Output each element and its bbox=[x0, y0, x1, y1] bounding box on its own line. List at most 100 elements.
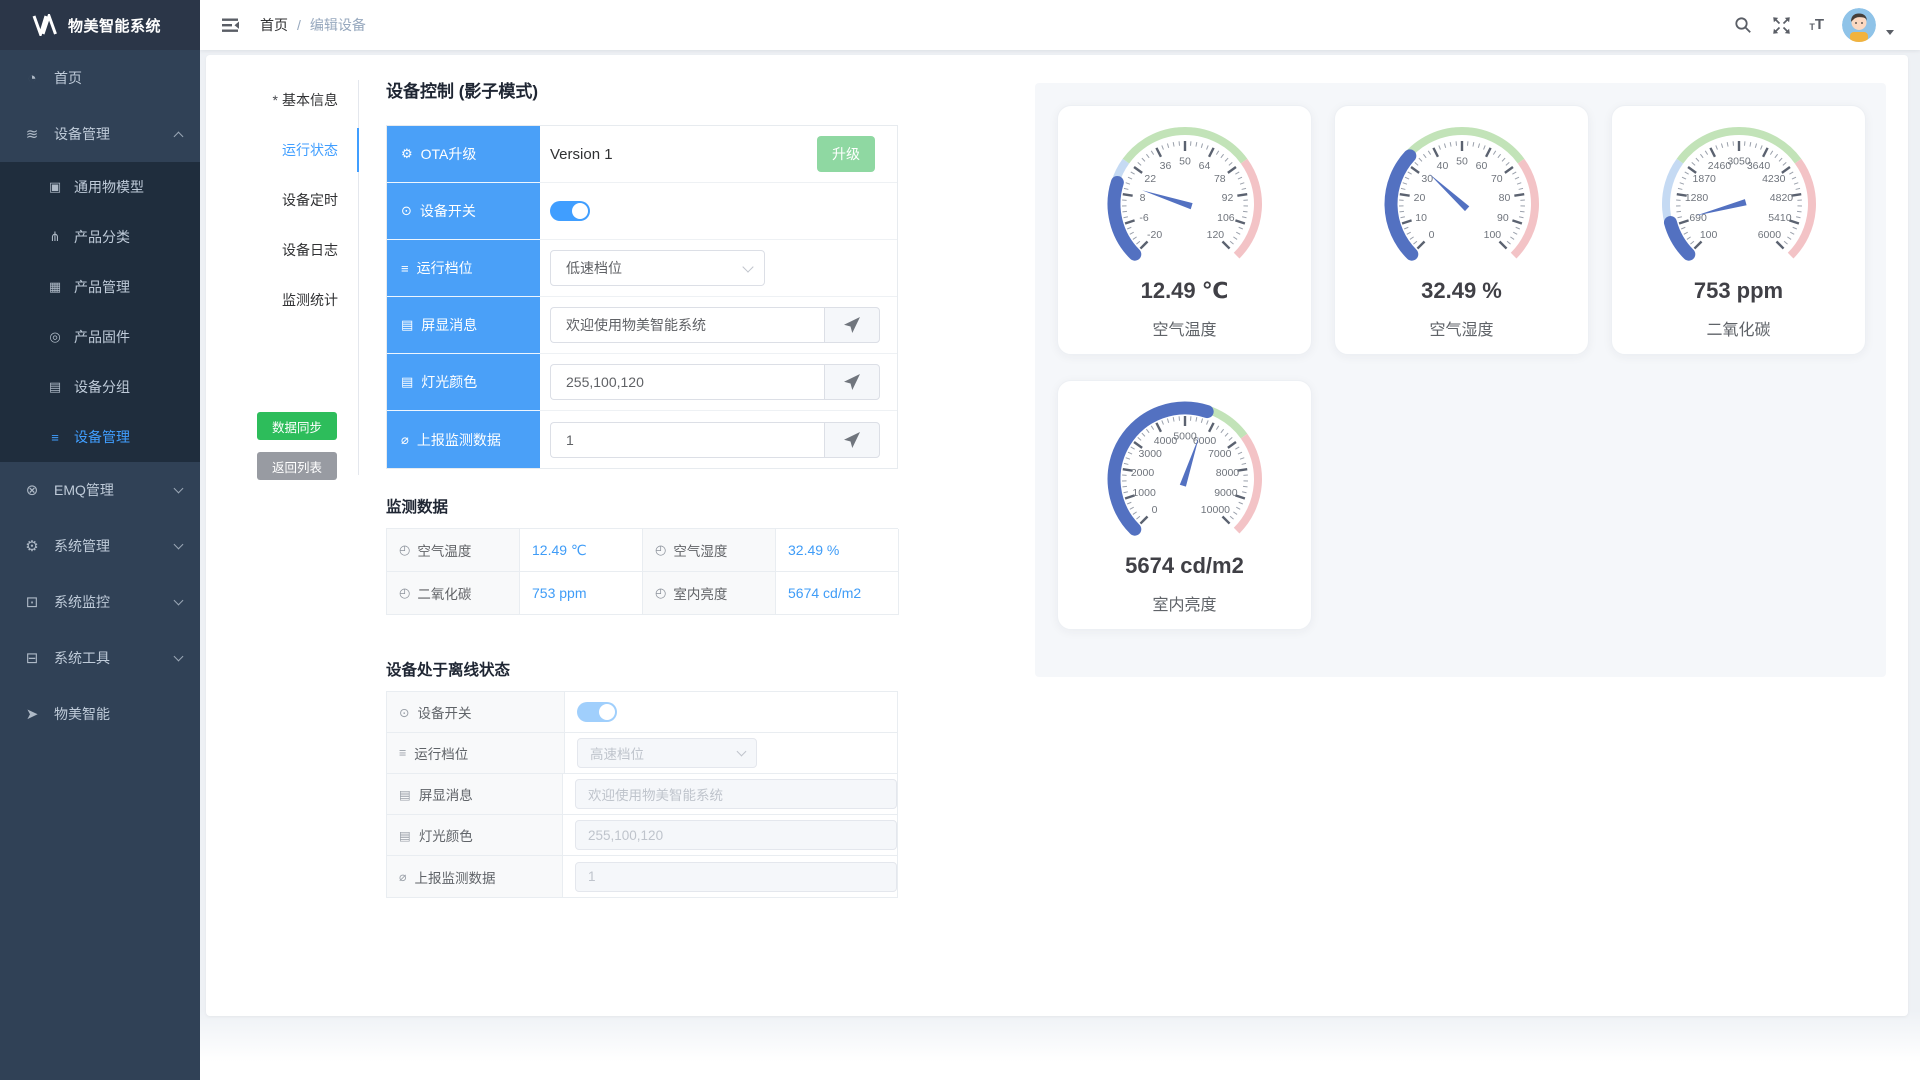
app-logo: 物美智能系统 bbox=[0, 0, 200, 50]
svg-text:1000: 1000 bbox=[1132, 487, 1156, 499]
fullscreen-icon[interactable] bbox=[1771, 15, 1791, 35]
monitor-label-text: 空气温度 bbox=[417, 540, 471, 560]
row-label: ≡ 运行档位 bbox=[387, 733, 565, 773]
document-icon: ▤ bbox=[401, 374, 413, 390]
tab-device-log[interactable]: 设备日志 bbox=[206, 225, 358, 275]
svg-text:120: 120 bbox=[1206, 229, 1224, 241]
sidebar-item-device-group[interactable]: ▤ 设备分组 bbox=[0, 362, 200, 412]
sitemap-icon: ⋔ bbox=[46, 229, 64, 245]
row-label: ≡ 运行档位 bbox=[387, 240, 540, 297]
offline-gear-select: 高速档位 bbox=[577, 738, 757, 768]
sidebar-item-home[interactable]: ◔ 首页 bbox=[0, 50, 200, 106]
monitor-value-co2: 753 ppm bbox=[520, 572, 643, 615]
monitor-data-table: ◴ 空气温度 12.49 ℃ ◴ 空气湿度 32.49 % ◴ 二氧化碳 753… bbox=[386, 528, 898, 615]
row-label: ▤ 屏显消息 bbox=[387, 774, 563, 814]
app-root: 物美智能系统 ◔ 首页 ≋ 设备管理 ▣ 通用物模型 ⋔ 产品分类 ▦ 产品管理 bbox=[0, 0, 1920, 1080]
row-label-text: OTA升级 bbox=[421, 144, 477, 164]
offline-report-input bbox=[575, 862, 897, 892]
font-size-icon[interactable]: TT bbox=[1809, 17, 1824, 33]
monitor-label-brightness: ◴ 室内亮度 bbox=[643, 572, 776, 615]
tab-basic-info[interactable]: * 基本信息 bbox=[206, 75, 358, 125]
sidebar-item-product-management[interactable]: ▦ 产品管理 bbox=[0, 262, 200, 312]
gauge-card-air-humidity: 0102030405060708090100 32.49 % 空气湿度 bbox=[1334, 105, 1589, 355]
light-color-input[interactable] bbox=[550, 364, 824, 400]
svg-text:9000: 9000 bbox=[1214, 487, 1238, 499]
sidebar-item-thing-model[interactable]: ▣ 通用物模型 bbox=[0, 162, 200, 212]
row-label-text: 运行档位 bbox=[417, 258, 473, 278]
upgrade-button[interactable]: 升级 bbox=[817, 136, 875, 172]
topbar: 首页 / 编辑设备 bbox=[200, 0, 1920, 50]
report-data-input[interactable] bbox=[550, 422, 824, 458]
sidebar-item-system-management[interactable]: ⚙ 系统管理 bbox=[0, 518, 200, 574]
main-content: * 基本信息 运行状态 设备定时 设备日志 监测统计 数据同步 返回列表 bbox=[200, 50, 1920, 1080]
svg-text:92: 92 bbox=[1221, 192, 1233, 204]
sidebar-item-emq-management[interactable]: ⊗ EMQ管理 bbox=[0, 462, 200, 518]
tab-device-timer[interactable]: 设备定时 bbox=[206, 175, 358, 225]
sidebar-item-label: 设备分组 bbox=[74, 377, 130, 397]
sidebar-item-label: 设备管理 bbox=[54, 124, 110, 144]
tab-label: 运行状态 bbox=[282, 140, 338, 160]
breadcrumb-separator: / bbox=[297, 17, 301, 33]
paperclip-icon: ⌀ bbox=[401, 432, 409, 448]
paperclip-icon: ⌀ bbox=[399, 869, 407, 884]
send-button[interactable] bbox=[824, 422, 880, 458]
tab-running-status[interactable]: 运行状态 bbox=[206, 125, 358, 175]
switch-icon: ⊙ bbox=[401, 203, 412, 219]
svg-text:3000: 3000 bbox=[1138, 448, 1162, 460]
device-edit-card: * 基本信息 运行状态 设备定时 设备日志 监测统计 数据同步 返回列表 bbox=[206, 55, 1908, 1016]
row-label: ▤ 灯光颜色 bbox=[387, 815, 563, 855]
gauge-name: 室内亮度 bbox=[1058, 591, 1311, 615]
target-icon: ◎ bbox=[46, 329, 64, 345]
offline-section-title: 设备处于离线状态 bbox=[386, 658, 510, 680]
breadcrumb: 首页 / 编辑设备 bbox=[260, 0, 366, 50]
data-sync-button[interactable]: 数据同步 bbox=[257, 412, 337, 440]
sidebar-item-device-management[interactable]: ≋ 设备管理 bbox=[0, 106, 200, 162]
sidebar-item-wumei-smart[interactable]: ➤ 物美智能 bbox=[0, 686, 200, 742]
avatar-caret-icon[interactable] bbox=[1886, 30, 1894, 35]
svg-text:4230: 4230 bbox=[1762, 173, 1786, 185]
grid-icon: ▦ bbox=[46, 279, 64, 295]
sidebar-collapse-icon[interactable] bbox=[220, 15, 240, 38]
gauge-chart: -20-68223650647892106120 bbox=[1058, 116, 1311, 276]
breadcrumb-current: 编辑设备 bbox=[310, 15, 366, 35]
sidebar-item-device-list[interactable]: ≡ 设备管理 bbox=[0, 412, 200, 462]
sidebar-item-label: 设备管理 bbox=[74, 427, 130, 447]
svg-text:10: 10 bbox=[1415, 212, 1427, 224]
screen-message-row: ▤ 屏显消息 bbox=[387, 297, 897, 354]
tab-monitor-stats[interactable]: 监测统计 bbox=[206, 275, 358, 325]
search-icon[interactable] bbox=[1733, 15, 1753, 35]
sidebar-item-system-monitor[interactable]: ⊡ 系统监控 bbox=[0, 574, 200, 630]
sidebar-item-system-tools[interactable]: ⊟ 系统工具 bbox=[0, 630, 200, 686]
device-switch-toggle[interactable] bbox=[550, 201, 590, 221]
svg-text:4820: 4820 bbox=[1769, 192, 1793, 204]
svg-text:8000: 8000 bbox=[1215, 467, 1239, 479]
row-label-text: 灯光颜色 bbox=[421, 372, 477, 392]
sidebar-item-label: 系统管理 bbox=[54, 536, 110, 556]
svg-text:7000: 7000 bbox=[1208, 448, 1232, 460]
row-label-text: 上报监测数据 bbox=[415, 867, 496, 887]
back-to-list-button[interactable]: 返回列表 bbox=[257, 452, 337, 480]
screen-message-input[interactable] bbox=[550, 307, 824, 343]
cube-icon: ▣ bbox=[46, 179, 64, 195]
send-button[interactable] bbox=[824, 364, 880, 400]
sidebar-item-product-category[interactable]: ⋔ 产品分类 bbox=[0, 212, 200, 262]
firmware-version: Version 1 bbox=[550, 146, 613, 163]
gear-level-select[interactable]: 低速档位 bbox=[550, 250, 765, 286]
gauge-card-co2: 1006901280187024603050364042304820541060… bbox=[1611, 105, 1866, 355]
monitor-label-co2: ◴ 二氧化碳 bbox=[387, 572, 520, 615]
row-label: ⊙ 设备开关 bbox=[387, 183, 540, 240]
row-label: ⌀ 上报监测数据 bbox=[387, 856, 563, 897]
chevron-down-icon bbox=[174, 540, 184, 550]
sidebar-item-product-firmware[interactable]: ◎ 产品固件 bbox=[0, 312, 200, 362]
gauge-icon: ◴ bbox=[655, 585, 666, 601]
device-management-icon: ≋ bbox=[22, 125, 42, 143]
svg-text:78: 78 bbox=[1213, 173, 1225, 185]
offline-light-row: ▤ 灯光颜色 bbox=[387, 815, 897, 856]
bars-icon: ≡ bbox=[46, 430, 64, 445]
sidebar-item-label: 物美智能 bbox=[54, 704, 110, 724]
send-button[interactable] bbox=[824, 307, 880, 343]
row-label-text: 设备开关 bbox=[417, 702, 471, 722]
avatar[interactable] bbox=[1842, 8, 1876, 42]
breadcrumb-home[interactable]: 首页 bbox=[260, 15, 288, 35]
svg-text:-6: -6 bbox=[1139, 212, 1148, 224]
